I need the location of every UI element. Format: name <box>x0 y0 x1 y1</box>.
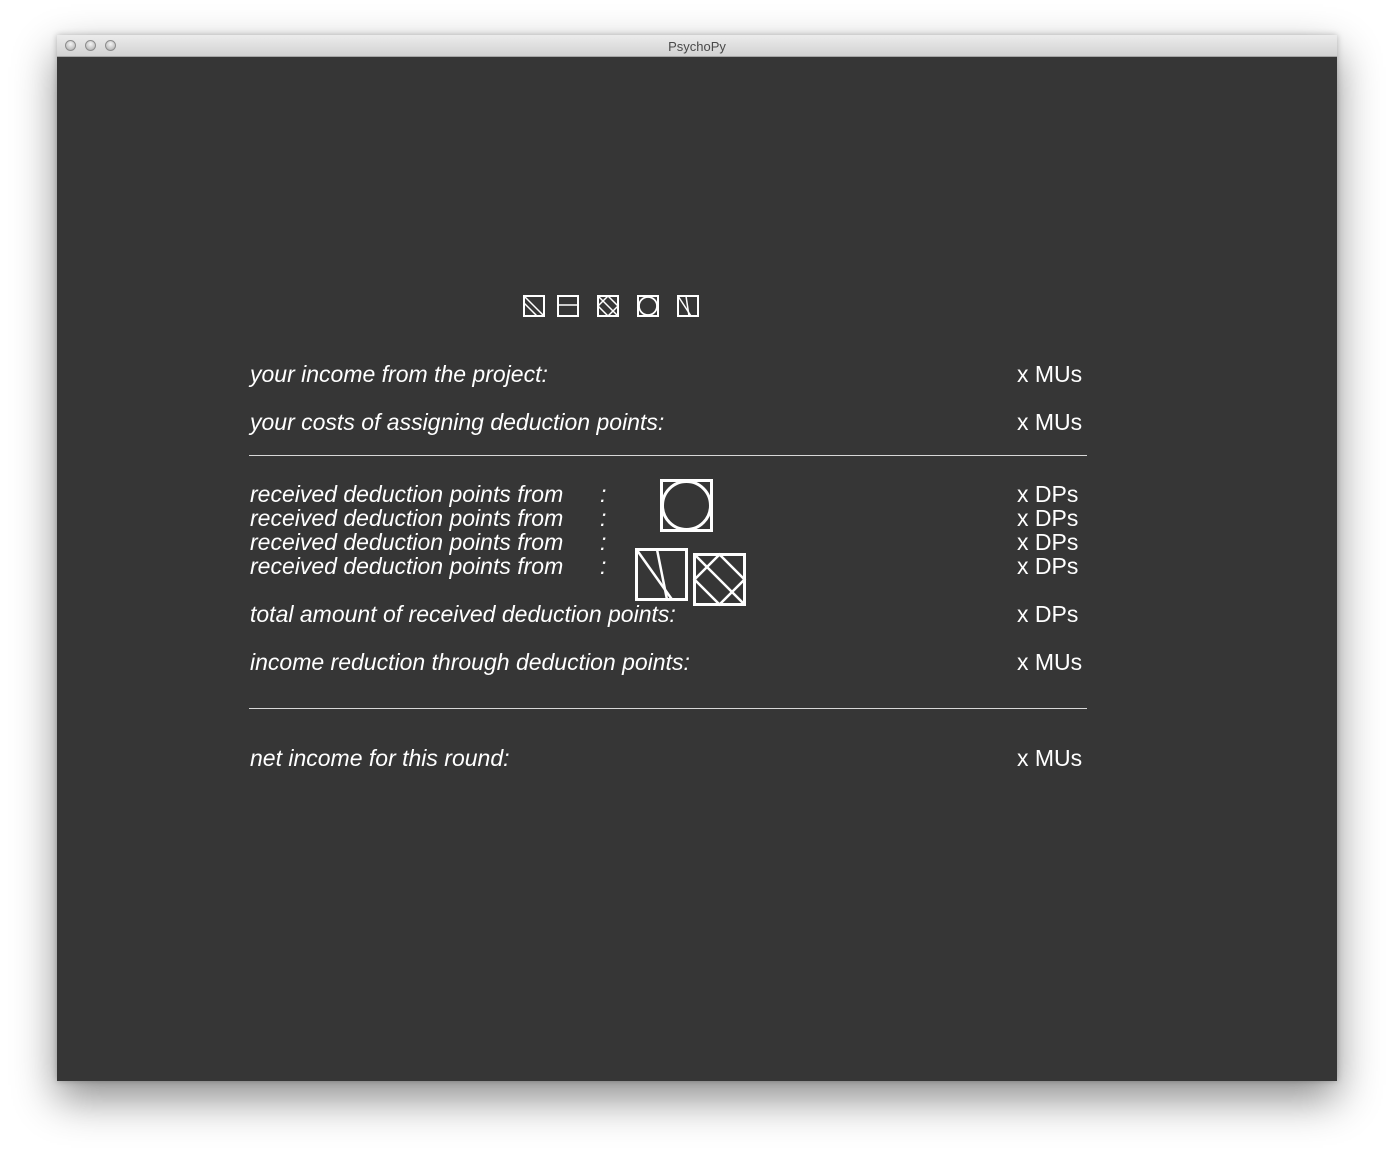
divider-top <box>249 455 1087 456</box>
received-points-colon-4: : <box>600 553 607 579</box>
total-received-label: total amount of received deduction point… <box>250 601 676 627</box>
net-income-value: x MUs <box>1017 745 1083 771</box>
received-points-label-3: received deduction points from <box>250 529 564 555</box>
income-reduction-label: income reduction through deduction point… <box>250 649 690 675</box>
horizontal-split-square-icon <box>557 295 579 317</box>
received-points-label-2: received deduction points from <box>250 505 564 531</box>
received-points-value-2: x DPs <box>1017 505 1079 531</box>
received-points-label-1: received deduction points from <box>250 481 564 507</box>
received-points-value-4: x DPs <box>1017 553 1079 579</box>
experiment-canvas: your income from the project: x MUs your… <box>57 57 1337 1081</box>
received-points-colon-3: : <box>600 529 607 555</box>
title-bar: PsychoPy <box>57 35 1337 57</box>
income-reduction-value: x MUs <box>1017 649 1083 675</box>
net-income-label: net income for this round: <box>250 745 510 771</box>
costs-assigning-label: your costs of assigning deduction points… <box>250 409 665 435</box>
diagonal-corner-square-icon <box>523 295 545 317</box>
slanted-lines-square-icon <box>635 548 688 601</box>
hatched-diamond-square-icon <box>596 294 620 318</box>
received-points-value-3: x DPs <box>1017 529 1079 555</box>
hatched-diamond-square-icon <box>692 552 747 607</box>
total-received-value: x DPs <box>1017 601 1079 627</box>
received-points-value-1: x DPs <box>1017 481 1079 507</box>
income-from-project-label: your income from the project: <box>250 361 548 387</box>
slanted-lines-square-icon <box>677 295 699 317</box>
window-title: PsychoPy <box>668 39 726 54</box>
circle-in-square-icon <box>637 295 659 317</box>
costs-assigning-value: x MUs <box>1017 409 1083 435</box>
received-points-label-4: received deduction points from <box>250 553 564 579</box>
divider-bottom <box>249 708 1087 709</box>
received-points-colon-2: : <box>600 505 607 531</box>
circle-in-square-icon <box>660 479 713 532</box>
psychopy-window: PsychoPy your income from the project: x… <box>57 35 1337 1081</box>
income-from-project-value: x MUs <box>1017 361 1083 387</box>
received-points-colon-1: : <box>600 481 607 507</box>
